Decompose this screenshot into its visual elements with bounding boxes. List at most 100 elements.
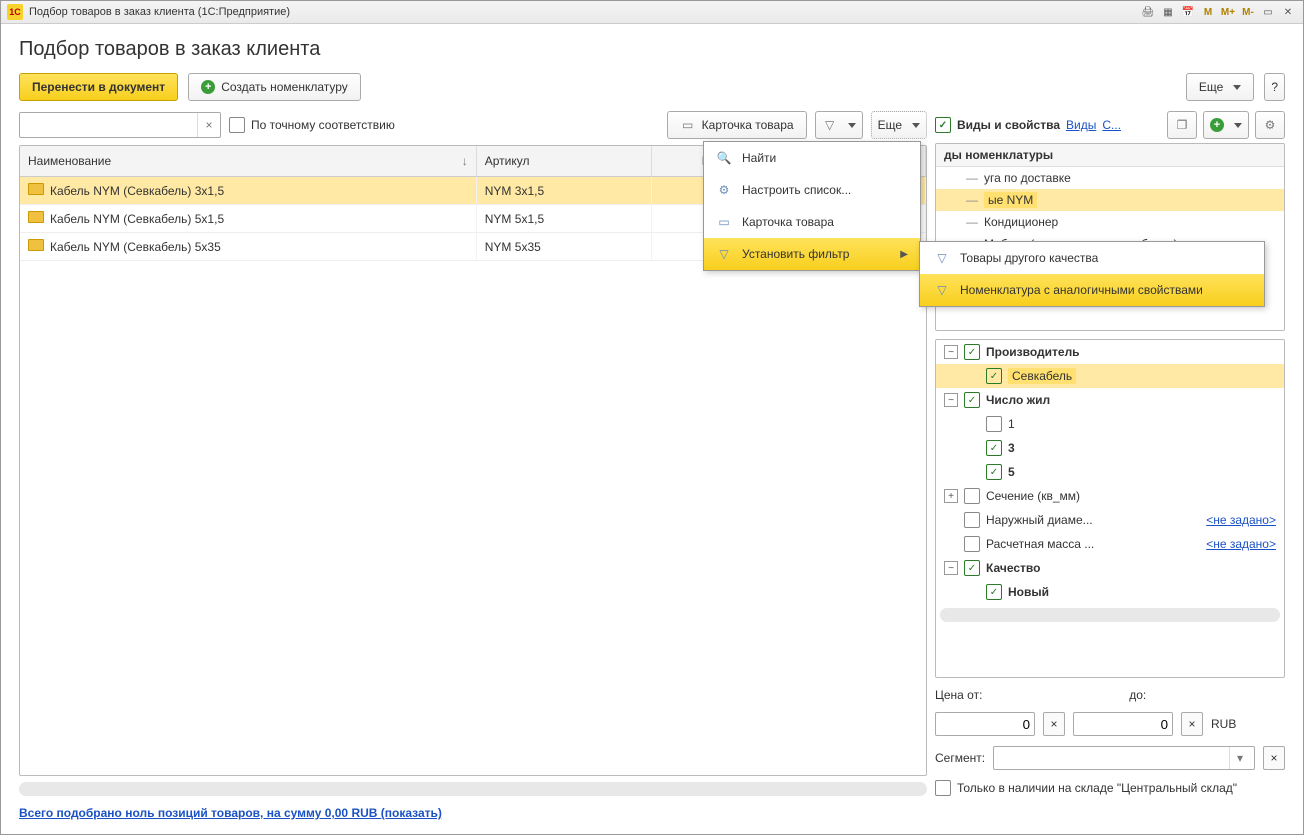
col-name[interactable]: Наименование ↓: [20, 146, 476, 177]
checkbox-box: [935, 117, 951, 133]
checkbox-box[interactable]: ✓: [986, 368, 1002, 384]
tree-header: ды номенклатуры: [936, 144, 1284, 167]
menu-icon: ▽: [934, 282, 950, 298]
add-button[interactable]: +: [1203, 111, 1249, 139]
collapse-icon[interactable]: −: [944, 393, 958, 407]
window-title: Подбор товаров в заказ клиента (1С:Предп…: [29, 6, 290, 18]
footer: Всего подобрано ноль позиций товаров, на…: [1, 800, 1303, 834]
checkbox-box[interactable]: ✓: [986, 440, 1002, 456]
stock-only-label: Только в наличии на складе "Центральный …: [957, 781, 1237, 795]
more-button[interactable]: Еще: [1186, 73, 1254, 101]
more-button-label: Еще: [1199, 80, 1223, 94]
checkbox-box[interactable]: [986, 416, 1002, 432]
help-button[interactable]: ?: [1264, 73, 1285, 101]
transfer-button[interactable]: Перенести в документ: [19, 73, 178, 101]
price-to-label: до:: [1129, 688, 1146, 702]
filter-button[interactable]: ▽: [815, 111, 863, 139]
views-checkbox[interactable]: Виды и свойства: [935, 117, 1060, 133]
property-group[interactable]: −✓Число жил: [936, 388, 1284, 412]
copy-icon: ❐: [1174, 117, 1190, 133]
clear-price-from[interactable]: ×: [1043, 712, 1065, 736]
m-button[interactable]: M: [1199, 4, 1217, 20]
expand-icon[interactable]: +: [944, 489, 958, 503]
create-nomenclature-button[interactable]: + Создать номенклатуру: [188, 73, 361, 101]
grid-icon[interactable]: ▦: [1159, 4, 1177, 20]
property-item[interactable]: ✓Новый: [936, 580, 1284, 604]
segment-input[interactable]: ▾: [993, 746, 1255, 770]
clear-segment[interactable]: ×: [1263, 746, 1285, 770]
clear-price-to[interactable]: ×: [1181, 712, 1203, 736]
card-button-label: Карточка товара: [702, 118, 794, 132]
submenu-item[interactable]: ▽Номенклатура с аналогичными свойствами: [920, 274, 1264, 306]
search-input[interactable]: ×: [19, 112, 221, 138]
menu-item[interactable]: ▭Карточка товара: [704, 206, 920, 238]
property-item[interactable]: Расчетная масса ...<не задано>: [936, 532, 1284, 556]
checkbox-box[interactable]: [964, 488, 980, 504]
copy-button[interactable]: ❐: [1167, 111, 1197, 139]
checkbox-box[interactable]: ✓: [964, 344, 980, 360]
close-icon[interactable]: ✕: [1279, 4, 1297, 20]
collapse-icon[interactable]: −: [944, 561, 958, 575]
segment-row: Сегмент: ▾ ×: [935, 746, 1285, 770]
exact-match-checkbox[interactable]: По точному соответствию: [229, 117, 395, 133]
collapse-icon[interactable]: −: [944, 345, 958, 359]
col-article[interactable]: Артикул: [476, 146, 651, 177]
chevron-down-icon: [848, 123, 856, 128]
tree-item[interactable]: —уга по доставке: [936, 167, 1284, 189]
property-item[interactable]: ✓3: [936, 436, 1284, 460]
checkbox-box: [935, 780, 951, 796]
properties-panel[interactable]: −✓Производитель✓Севкабель−✓Число жил1✓3✓…: [935, 339, 1285, 678]
chevron-down-icon: [912, 123, 920, 128]
tree-item[interactable]: —Кондиционер: [936, 211, 1284, 233]
s-link[interactable]: С...: [1102, 118, 1121, 132]
checkbox-box[interactable]: ✓: [964, 392, 980, 408]
price-to-input[interactable]: [1073, 712, 1173, 736]
menu-item[interactable]: 🔍Найти: [704, 142, 920, 174]
submenu-item[interactable]: ▽Товары другого качества: [920, 242, 1264, 274]
gear-icon: ⚙: [1262, 117, 1278, 133]
property-item[interactable]: 1: [936, 412, 1284, 436]
value-link[interactable]: <не задано>: [1206, 537, 1276, 551]
right-toolbar: Виды и свойства Виды С... ❐ + ⚙: [935, 111, 1285, 139]
price-from-input[interactable]: [935, 712, 1035, 736]
property-group[interactable]: −✓Производитель: [936, 340, 1284, 364]
props-scrollbar[interactable]: [940, 608, 1280, 622]
card-button[interactable]: ▭ Карточка товара: [667, 111, 807, 139]
transfer-button-label: Перенести в документ: [32, 80, 165, 94]
filter-submenu[interactable]: ▽Товары другого качества▽Номенклатура с …: [919, 241, 1265, 307]
titlebar: 1C Подбор товаров в заказ клиента (1С:Пр…: [1, 1, 1303, 24]
more-dropdown-label: Еще: [878, 118, 902, 132]
more-dropdown-button[interactable]: Еще: [871, 111, 927, 139]
calendar-icon[interactable]: 📅: [1179, 4, 1197, 20]
value-link[interactable]: <не задано>: [1206, 513, 1276, 527]
property-group[interactable]: +Сечение (кв_мм): [936, 484, 1284, 508]
menu-icon: ▭: [716, 214, 732, 230]
menu-item[interactable]: ▽Установить фильтр▶: [704, 238, 920, 270]
tree-item[interactable]: —ые NYM: [936, 189, 1284, 211]
property-item[interactable]: ✓Севкабель: [936, 364, 1284, 388]
app-icon: 1C: [7, 4, 23, 20]
stock-only-checkbox[interactable]: Только в наличии на складе "Центральный …: [935, 780, 1285, 796]
segment-dropdown-icon[interactable]: ▾: [1229, 747, 1250, 769]
vidy-link[interactable]: Виды: [1066, 118, 1096, 132]
filter-bar: × По точному соответствию ▭ Карточка тов…: [19, 111, 927, 139]
checkbox-box[interactable]: ✓: [986, 584, 1002, 600]
checkbox-box[interactable]: [964, 536, 980, 552]
clear-search-icon[interactable]: ×: [197, 113, 220, 137]
property-group[interactable]: −✓Качество: [936, 556, 1284, 580]
more-dropdown-menu[interactable]: 🔍Найти⚙Настроить список...▭Карточка това…: [703, 141, 921, 271]
settings-button[interactable]: ⚙: [1255, 111, 1285, 139]
help-button-label: ?: [1271, 80, 1278, 94]
checkbox-box[interactable]: ✓: [964, 560, 980, 576]
checkbox-box[interactable]: [964, 512, 980, 528]
property-item[interactable]: ✓5: [936, 460, 1284, 484]
property-item[interactable]: Наружный диаме...<не задано>: [936, 508, 1284, 532]
checkbox-box[interactable]: ✓: [986, 464, 1002, 480]
horizontal-scrollbar[interactable]: [19, 782, 927, 796]
summary-link[interactable]: Всего подобрано ноль позиций товаров, на…: [19, 806, 442, 820]
m-plus-button[interactable]: M+: [1219, 4, 1237, 20]
maximize-icon[interactable]: ▭: [1259, 4, 1277, 20]
m-minus-button[interactable]: M-: [1239, 4, 1257, 20]
print-icon[interactable]: 🖨: [1139, 4, 1157, 20]
menu-item[interactable]: ⚙Настроить список...: [704, 174, 920, 206]
